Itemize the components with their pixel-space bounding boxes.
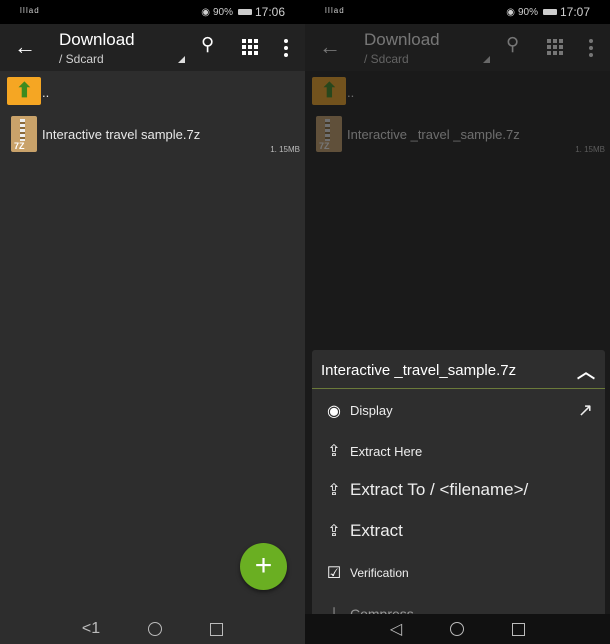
list-item-file[interactable]: 7Z Interactive _travel _sample.7z 1. 15M… <box>305 113 610 155</box>
7z-archive-icon: 7Z <box>11 116 37 152</box>
search-icon[interactable]: ⚲ <box>506 34 519 55</box>
clock: 17:06 <box>254 5 285 19</box>
eye-comfort-icon: ◉ <box>201 6 210 18</box>
battery-icon <box>237 9 252 15</box>
parent-folder-icon: ⬆ <box>312 77 346 105</box>
menu-item-extract-here[interactable]: ⇪ Extract Here <box>326 441 593 461</box>
system-nav-bar: <1 <box>0 614 305 644</box>
more-options-icon[interactable] <box>589 39 593 57</box>
battery-percent: 90% <box>212 6 233 18</box>
sheet-title: Interactive _travel_sample.7z <box>321 362 517 379</box>
list-item-parent[interactable]: ⬆ .. <box>305 71 610 113</box>
toolbar: ← Download / Sdcard ⚲ <box>305 24 610 71</box>
folder-path[interactable]: / Sdcard <box>59 52 104 66</box>
upload-icon: ⇪ <box>327 482 341 499</box>
folder-path[interactable]: / Sdcard <box>364 52 409 66</box>
system-nav-bar: ◁ <box>305 614 610 644</box>
menu-item-verification[interactable]: ☑ Verification <box>326 563 593 583</box>
path-dropdown-icon[interactable] <box>483 56 490 63</box>
nav-back-button[interactable]: ◁ <box>390 619 402 639</box>
nav-home-button[interactable] <box>450 622 465 636</box>
clock: 17:07 <box>559 5 590 19</box>
battery-percent: 90% <box>517 6 538 18</box>
eye-icon: ◉ <box>327 402 341 420</box>
toolbar: ← Download / Sdcard ⚲ <box>0 24 305 71</box>
menu-item-display[interactable]: ◉ Display ↗ <box>326 400 593 421</box>
file-name: Interactive travel sample.7z <box>42 127 201 142</box>
nav-home-button[interactable] <box>148 622 163 636</box>
status-bar: lIlad ◉ 90% 17:06 <box>0 0 305 24</box>
grid-view-icon[interactable] <box>547 39 563 55</box>
collapse-chevron-icon[interactable]: ︿ <box>577 358 595 384</box>
search-icon[interactable]: ⚲ <box>201 34 214 55</box>
parent-folder-icon: ⬆ <box>7 77 41 105</box>
back-arrow-icon[interactable]: ← <box>319 34 341 60</box>
nav-recents-button[interactable] <box>210 622 224 636</box>
folder-title: Download <box>364 30 440 49</box>
checkbox-icon: ☑ <box>326 565 342 582</box>
open-external-icon[interactable]: ↗ <box>578 400 593 421</box>
list-item-file[interactable]: 7Z Interactive travel sample.7z 1. 15MB <box>0 113 305 155</box>
battery-icon <box>542 9 557 15</box>
file-name: Interactive _travel _sample.7z <box>347 127 520 142</box>
nav-recents-button[interactable] <box>512 622 526 636</box>
phone-screen-left: lIlad ◉ 90% 17:06 ← Download / Sdcard ⚲ … <box>0 0 305 644</box>
archive-actions-sheet: Interactive _travel_sample.7z ︿ ◉ Displa… <box>312 350 605 644</box>
menu-item-extract[interactable]: ⇪ Extract <box>326 521 593 541</box>
eye-comfort-icon: ◉ <box>506 6 515 18</box>
grid-view-icon[interactable] <box>242 39 258 55</box>
file-name: .. <box>42 85 50 100</box>
sheet-header: Interactive _travel_sample.7z ︿ <box>312 350 605 389</box>
back-arrow-icon[interactable]: ← <box>14 34 36 60</box>
phone-screen-right: lIlad ◉ 90% 17:07 ← Download / Sdcard ⚲ … <box>305 0 610 644</box>
file-name: .. <box>347 85 355 100</box>
file-size: 1. 15MB <box>270 145 300 154</box>
folder-title: Download <box>59 30 135 49</box>
menu-item-extract-to[interactable]: ⇪ Extract To / <filename>/ <box>326 480 593 500</box>
7z-archive-icon: 7Z <box>316 116 342 152</box>
status-bar: lIlad ◉ 90% 17:07 <box>305 0 610 24</box>
carrier-signal: lIlad <box>325 6 345 15</box>
upload-icon: ⇪ <box>327 523 341 540</box>
list-item-parent[interactable]: ⬆ .. <box>0 71 305 113</box>
nav-back-button[interactable]: <1 <box>82 620 100 638</box>
more-options-icon[interactable] <box>284 39 288 57</box>
path-dropdown-icon[interactable] <box>178 56 185 63</box>
upload-icon: ⇪ <box>327 443 341 460</box>
file-size: 1. 15MB <box>575 145 605 154</box>
add-fab-button[interactable]: + <box>240 543 287 590</box>
carrier-signal: lIlad <box>20 6 40 15</box>
